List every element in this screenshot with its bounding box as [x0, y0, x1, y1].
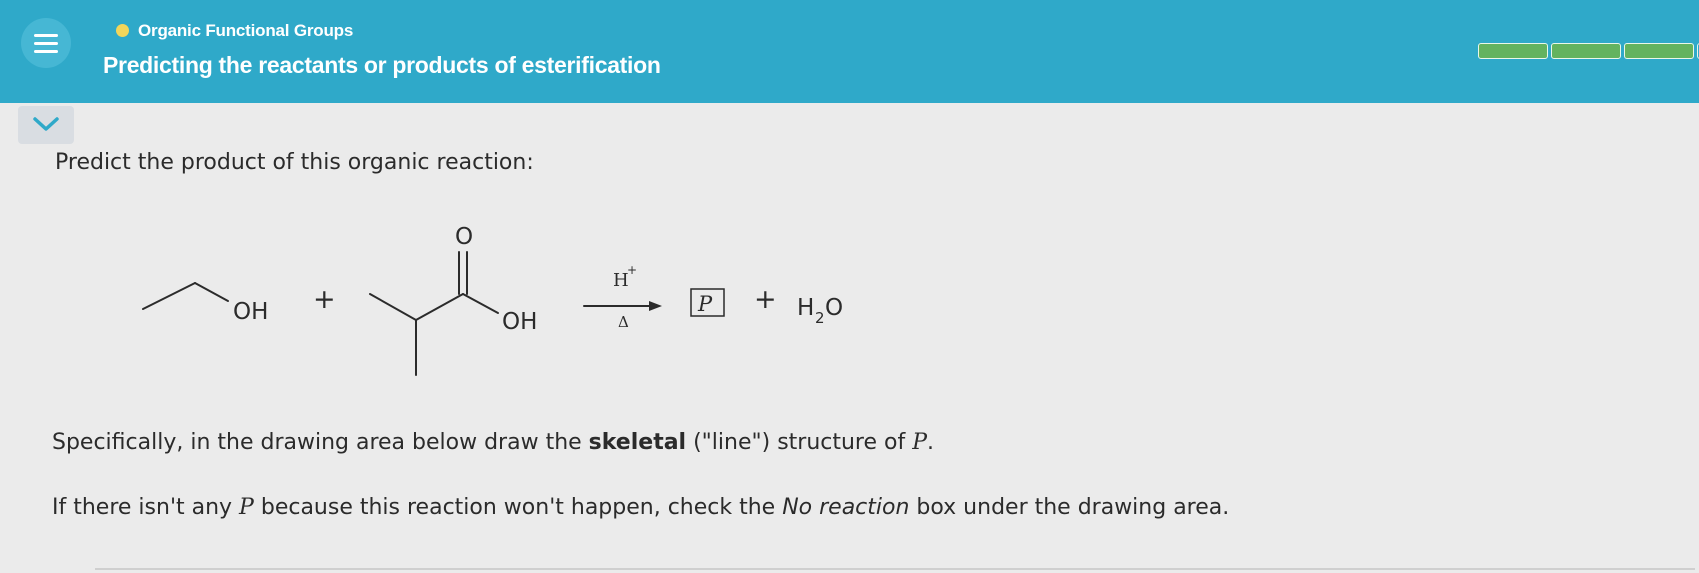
reaction-scheme: OH + O OH + H 2 O H + Δ P — [142, 224, 843, 376]
acid-bond — [369, 293, 417, 321]
water-h: H — [797, 295, 814, 321]
acid-bond — [415, 293, 464, 321]
instruction-no-reaction: If there isn't any P because this reacti… — [52, 495, 1230, 520]
catalyst-charge: + — [627, 263, 637, 277]
ethanol-bond — [194, 282, 229, 302]
reactant1-oh: OH — [233, 299, 268, 325]
heat-symbol: Δ — [618, 313, 629, 331]
product-variable: P — [912, 430, 928, 455]
instruction-skeletal: Specifically, in the drawing area below … — [52, 430, 935, 455]
plus-sign: + — [313, 284, 336, 315]
arrow-head-icon — [649, 301, 662, 311]
water-subscript: 2 — [815, 309, 825, 327]
ethanol-bond — [142, 282, 196, 310]
reactant2-oh: OH — [502, 309, 537, 335]
plus-sign: + — [754, 284, 777, 315]
product-label: P — [697, 292, 713, 316]
drawing-area-edge — [95, 568, 1695, 570]
product-variable: P — [239, 495, 254, 520]
bold-term: skeletal — [588, 430, 687, 455]
no-reaction-term: No reaction — [782, 495, 910, 520]
acid-bond — [462, 293, 499, 314]
water-o: O — [825, 295, 843, 321]
carbonyl-oxygen: O — [455, 224, 473, 250]
